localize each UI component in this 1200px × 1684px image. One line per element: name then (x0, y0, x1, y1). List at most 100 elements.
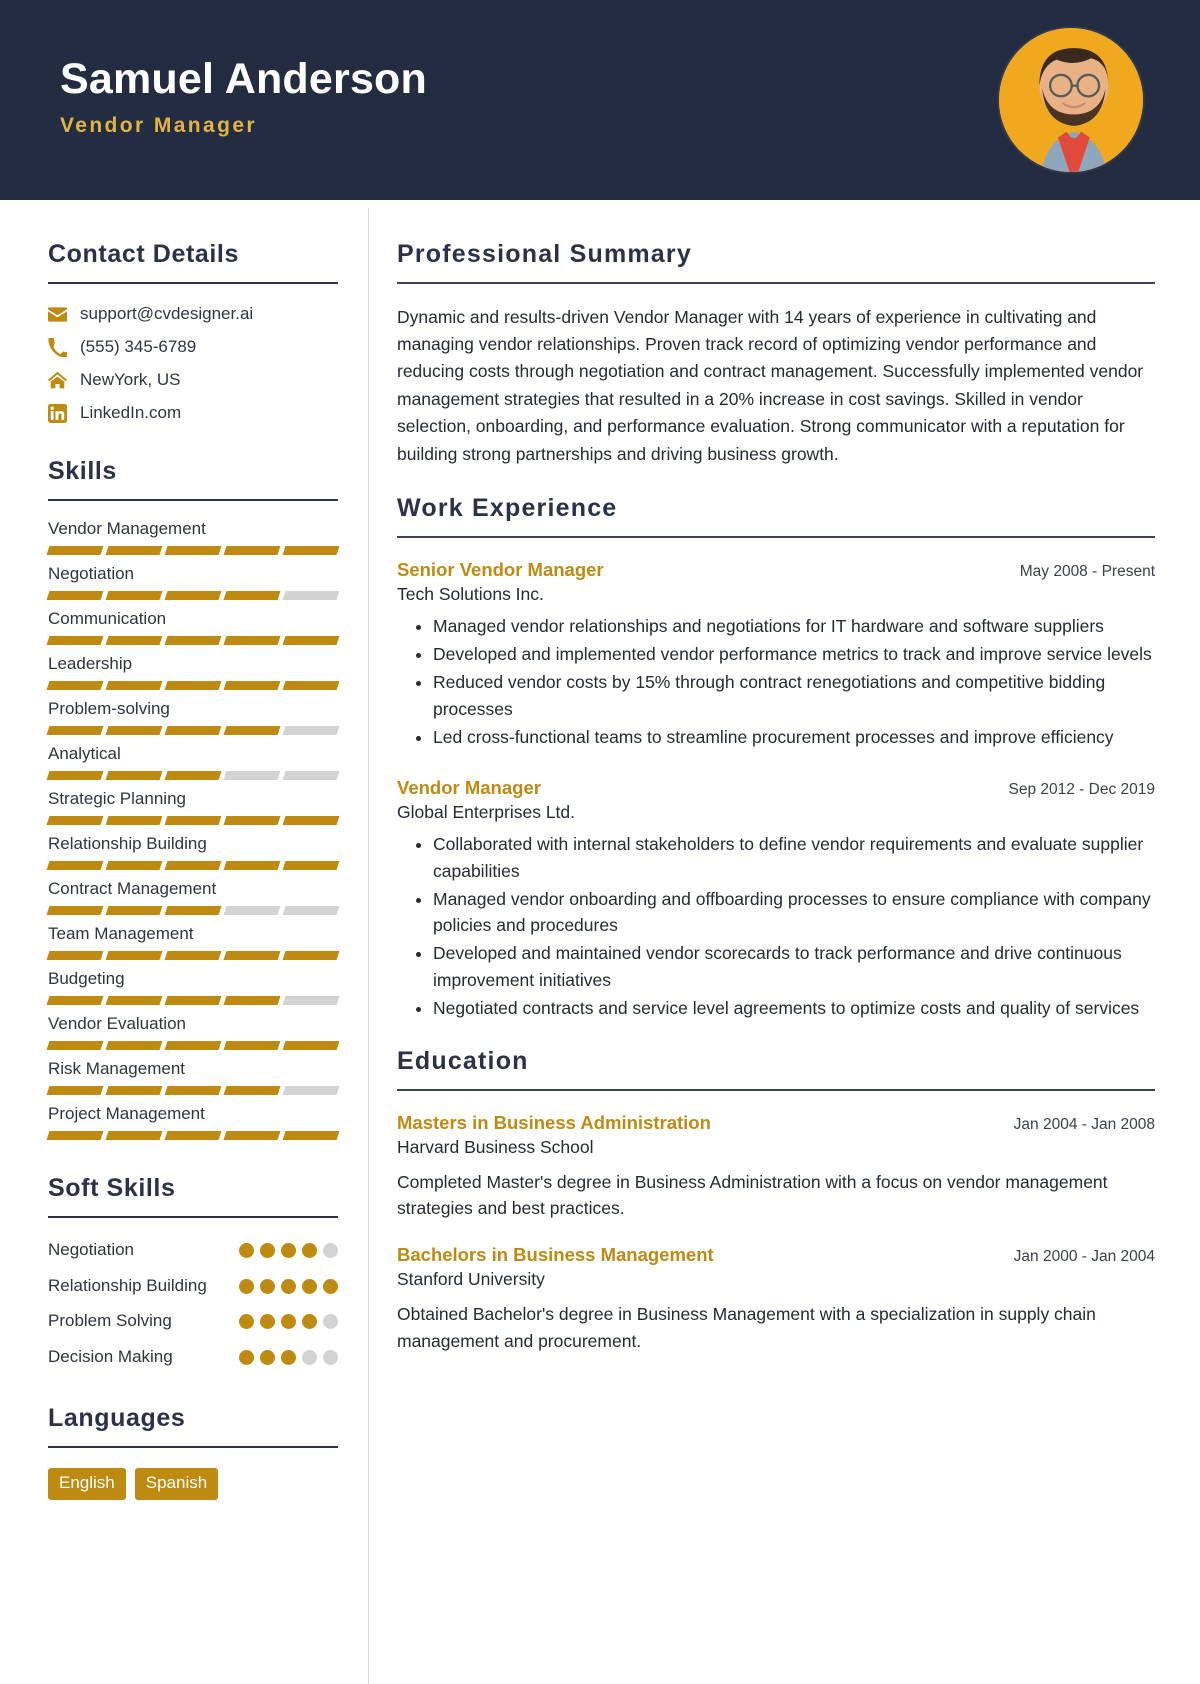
education-entry-description: Completed Master's degree in Business Ad… (397, 1171, 1108, 1218)
skill-bar-segment (223, 996, 281, 1005)
skill-bar-segment (282, 726, 340, 735)
skill-bar-segment (282, 906, 340, 915)
skill-bar-segment (46, 906, 104, 915)
skill-bar-segment (105, 1041, 163, 1050)
skill-bar-segment (164, 951, 222, 960)
skill-bar-segment (105, 1131, 163, 1140)
resume-page: Samuel Anderson Vendor Manager Contact D… (0, 0, 1200, 1684)
education-entry-header: Bachelors in Business Management Jan 2000… (397, 1243, 1155, 1266)
candidate-name: Samuel Anderson (60, 55, 427, 104)
skills-section-rule (48, 499, 338, 501)
rating-dot (323, 1349, 338, 1365)
skill-label: Team Management (48, 924, 194, 943)
contact-item-phone[interactable]: (555) 345-6789 (48, 337, 338, 357)
work-entry-company: Global Enterprises Ltd. (397, 802, 576, 823)
rating-dot (260, 1278, 275, 1294)
education-section-rule (397, 1089, 1155, 1091)
contact-value-linkedin: LinkedIn.com (80, 403, 182, 422)
skill-bar-segment (164, 861, 222, 870)
contact-list: support@cvdesigner.ai (555) 345-6789 New… (48, 304, 338, 423)
skill-bar-segment (282, 1131, 340, 1140)
skill-level-bar (46, 996, 340, 1005)
section-professional-summary: Professional Summary Dynamic and results… (397, 240, 1155, 468)
work-section-rule (397, 536, 1155, 538)
resume-body: Contact Details support@cvdesigner.ai (5… (0, 200, 1200, 1684)
skill-bar-segment (164, 996, 222, 1005)
home-icon (48, 371, 67, 390)
skill-bar-segment (46, 816, 104, 825)
work-entry-header: Senior Vendor Manager May 2008 - Present (397, 558, 1155, 581)
section-skills: Skills Vendor Management Negotiation Commu… (46, 457, 340, 1140)
skill-bar-segment (105, 1086, 163, 1095)
sidebar: Contact Details support@cvdesigner.ai (5… (0, 200, 368, 1684)
skill-row: Team Management (46, 924, 340, 960)
skill-row: Leadership (46, 654, 340, 690)
rating-dot (281, 1349, 296, 1365)
soft-skill-rating (239, 1274, 338, 1294)
work-bullet-item: Collaborated with internal stakeholders … (433, 831, 1155, 884)
resume-header: Samuel Anderson Vendor Manager (0, 0, 1200, 200)
skills-section-title: Skills (48, 457, 117, 485)
work-entry: Vendor Manager Sep 2012 - Dec 2019 Global … (397, 776, 1155, 1021)
email-icon (48, 305, 67, 324)
skill-bar-segment (46, 726, 104, 735)
skill-bar-segment (105, 771, 163, 780)
skill-label: Vendor Management (48, 519, 206, 538)
skill-level-bar (46, 906, 340, 915)
rating-dot (239, 1278, 254, 1294)
rating-dot (239, 1243, 254, 1258)
skill-bar-segment (282, 546, 340, 555)
rating-dot (239, 1349, 254, 1365)
skill-bar-segment (105, 591, 163, 600)
avatar-photo-icon (999, 28, 1143, 172)
work-entry-role: Vendor Manager (397, 777, 541, 799)
education-entry: Masters in Business Administration Jan 20… (397, 1111, 1155, 1222)
contact-item-email[interactable]: support@cvdesigner.ai (48, 304, 338, 324)
skill-bar-segment (105, 816, 163, 825)
section-languages: Languages English Spanish (48, 1404, 338, 1500)
skill-bar-segment (282, 816, 340, 825)
contact-item-linkedin[interactable]: LinkedIn.com (48, 403, 338, 423)
soft-skill-label: Negotiation (48, 1240, 135, 1259)
skill-bar-segment (223, 681, 281, 690)
skill-row: Communication (46, 609, 340, 645)
skill-row: Problem-solving (46, 699, 340, 735)
skill-level-bar (46, 1086, 340, 1095)
skill-bar-segment (223, 546, 281, 555)
contact-item-location[interactable]: NewYork, US (48, 370, 338, 390)
rating-dot (302, 1349, 317, 1365)
work-section-title: Work Experience (397, 494, 618, 523)
skill-bar-segment (282, 636, 340, 645)
skill-bar-segment (223, 1131, 281, 1140)
soft-skill-row: Negotiation (48, 1238, 338, 1263)
education-entries: Masters in Business Administration Jan 20… (397, 1111, 1155, 1354)
skill-row: Vendor Evaluation (46, 1014, 340, 1050)
work-bullet-item: Led cross-functional teams to streamline… (433, 724, 1155, 750)
skill-bar-segment (164, 591, 222, 600)
work-entry-bullets: Collaborated with internal stakeholders … (397, 831, 1155, 1021)
skill-level-bar (46, 681, 340, 690)
skill-label: Negotiation (48, 564, 135, 583)
rating-dot (323, 1243, 338, 1258)
contact-value-phone: (555) 345-6789 (80, 337, 197, 356)
skills-list: Vendor Management Negotiation Communicatio… (46, 519, 340, 1140)
skill-bar-segment (105, 861, 163, 870)
section-soft-skills: Soft Skills Negotiation Relationship Buil… (48, 1174, 338, 1370)
contact-section-rule (48, 282, 338, 284)
work-entry-bullets: Managed vendor relationships and negotia… (397, 613, 1155, 750)
skill-level-bar (46, 636, 340, 645)
skill-bar-segment (282, 1041, 340, 1050)
skill-bar-segment (46, 861, 104, 870)
skill-row: Contract Management (46, 879, 340, 915)
skill-bar-segment (223, 1041, 281, 1050)
skill-label: Leadership (48, 654, 133, 673)
skill-level-bar (46, 771, 340, 780)
section-work-experience: Work Experience Senior Vendor Manager May… (397, 494, 1155, 1021)
education-entry-school: Stanford University (397, 1269, 545, 1290)
education-entry-header: Masters in Business Administration Jan 20… (397, 1111, 1155, 1134)
skill-row: Relationship Building (46, 834, 340, 870)
skill-bar-segment (164, 1041, 222, 1050)
skill-bar-segment (223, 1086, 281, 1095)
skill-bar-segment (46, 771, 104, 780)
languages-section-rule (48, 1445, 338, 1448)
